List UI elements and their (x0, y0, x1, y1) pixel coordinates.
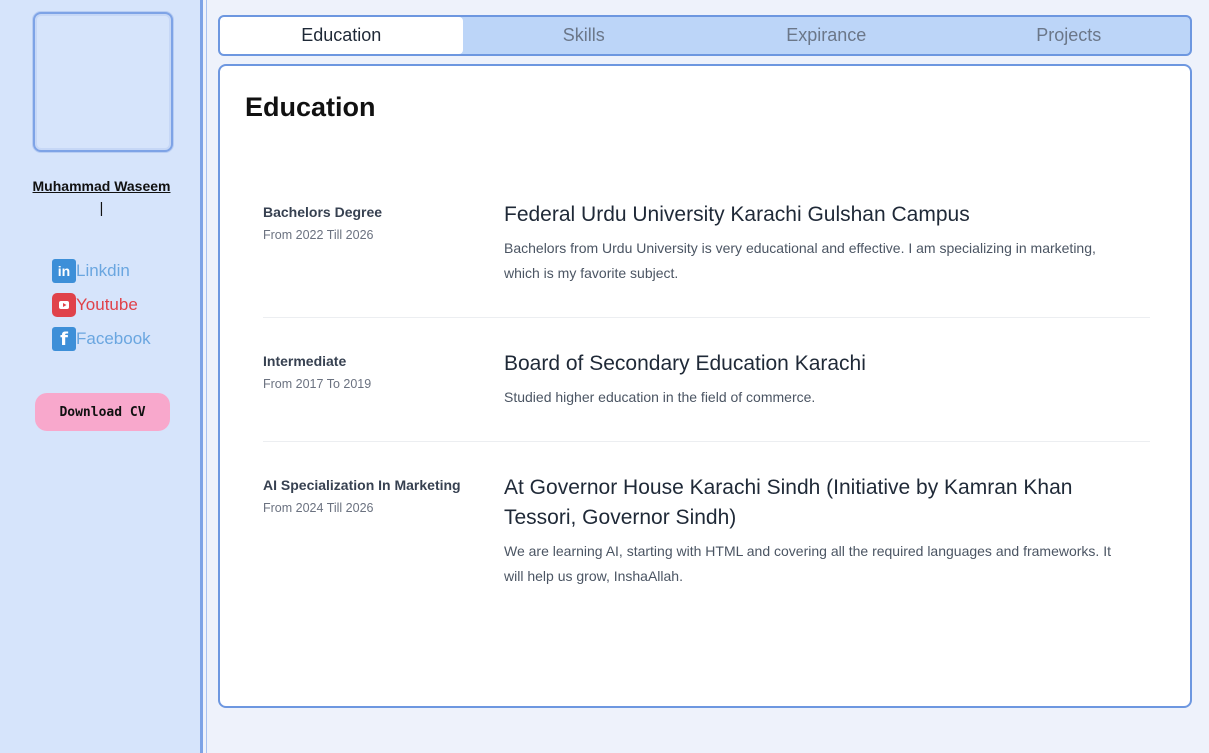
tab-education[interactable]: Education (220, 17, 463, 54)
entry-description: We are learning AI, starting with HTML a… (504, 543, 1111, 584)
degree-label: AI Specialization In Marketing (263, 477, 461, 493)
facebook-label: Facebook (76, 329, 151, 348)
youtube-link[interactable]: Youtube (52, 292, 138, 318)
date-range: From 2024 Till 2026 (263, 501, 374, 515)
education-panel: Education Bachelors Degree From 2022 Til… (218, 64, 1192, 708)
profile-name[interactable]: Muhammad Waseem (0, 178, 203, 194)
avatar (33, 12, 173, 152)
youtube-label: Youtube (76, 295, 138, 314)
institution-name: Board of Secondary Education Karachi (504, 352, 866, 375)
tab-skills[interactable]: Skills (463, 17, 706, 54)
tab-projects[interactable]: Projects (948, 17, 1191, 54)
divider (263, 317, 1150, 318)
facebook-icon: f (52, 327, 76, 351)
section-title: Education (245, 92, 376, 122)
entry-description: Bachelors from Urdu University is very e… (504, 240, 1096, 281)
tab-bar: Education Skills Expirance Projects (218, 15, 1192, 56)
divider (263, 441, 1150, 442)
linkedin-icon: in (52, 259, 76, 283)
linkedin-label: Linkdin (76, 261, 130, 280)
degree-label: Bachelors Degree (263, 204, 383, 220)
institution-name: At Governor House Karachi Sindh (Initiat… (504, 476, 1073, 529)
degree-label: Intermediate (263, 353, 347, 369)
institution-name: Federal Urdu University Karachi Gulshan … (504, 203, 970, 226)
youtube-icon (52, 293, 76, 317)
date-range: From 2022 Till 2026 (263, 228, 374, 242)
sidebar: Muhammad Waseem | in Linkdin Youtube f F… (0, 0, 207, 753)
tab-expirance[interactable]: Expirance (705, 17, 948, 54)
facebook-link[interactable]: f Facebook (52, 326, 151, 352)
entry-description: Studied higher education in the field of… (504, 389, 816, 405)
date-range: From 2017 To 2019 (263, 377, 372, 391)
linkedin-link[interactable]: in Linkdin (52, 258, 130, 284)
download-cv-button[interactable]: Download CV (35, 393, 170, 431)
text-cursor: | (99, 200, 104, 217)
